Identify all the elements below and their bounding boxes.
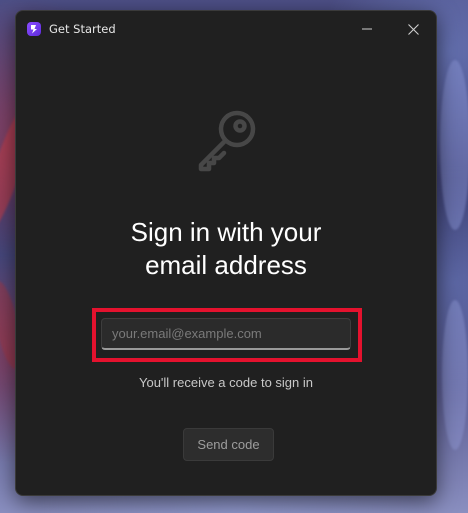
page-title: Sign in with your email address bbox=[16, 216, 436, 282]
key-icon bbox=[191, 103, 263, 175]
close-icon bbox=[407, 23, 419, 35]
minimize-button[interactable] bbox=[344, 11, 390, 47]
wallpaper-streak bbox=[440, 60, 468, 230]
page-title-line-2: email address bbox=[145, 250, 307, 280]
app-logo-icon bbox=[27, 22, 41, 36]
title-bar[interactable]: Get Started bbox=[16, 11, 436, 47]
hint-text: You'll receive a code to sign in bbox=[138, 375, 313, 390]
minimize-icon bbox=[362, 28, 372, 30]
send-code-button[interactable]: Send code bbox=[183, 428, 274, 461]
page-title-line-1: Sign in with your bbox=[130, 217, 322, 247]
wallpaper-streak bbox=[442, 300, 468, 450]
close-button[interactable] bbox=[390, 11, 436, 47]
email-field[interactable] bbox=[101, 318, 351, 350]
sign-in-window: Get Started Sign in with your email addr… bbox=[15, 10, 437, 496]
window-title: Get Started bbox=[49, 22, 116, 36]
